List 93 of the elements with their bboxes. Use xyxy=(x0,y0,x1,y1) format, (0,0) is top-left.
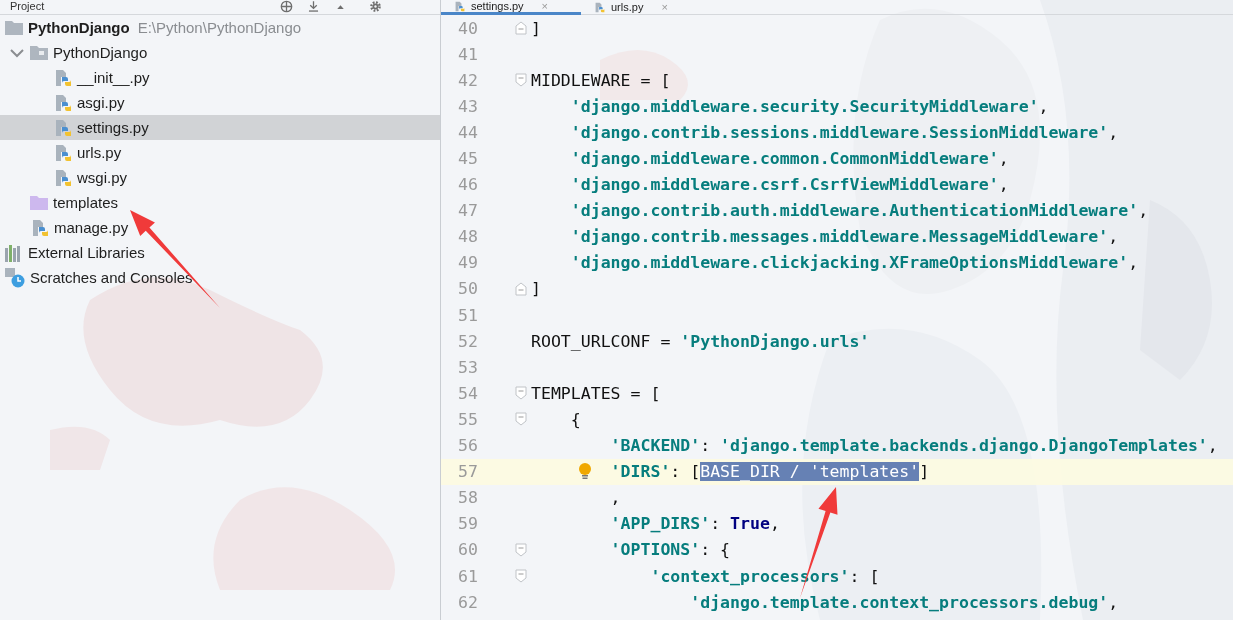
code-text: 'django.contrib.auth.middleware.AuthenticationMiddleware', xyxy=(569,201,1149,221)
item-label: asgi.py xyxy=(77,94,125,111)
python-file-icon xyxy=(55,168,72,187)
libraries-icon xyxy=(5,243,23,262)
tree-item[interactable]: wsgi.py xyxy=(0,165,440,190)
line-number: 56 xyxy=(457,436,478,456)
item-label: Scratches and Consoles xyxy=(30,269,193,286)
target-icon[interactable] xyxy=(280,0,293,13)
tree-item[interactable]: templates xyxy=(0,190,440,215)
tree-item[interactable]: asgi.py xyxy=(0,90,440,115)
item-label: urls.py xyxy=(77,144,122,161)
python-file-icon xyxy=(455,0,465,12)
tree-item[interactable]: Scratches and Consoles xyxy=(0,265,440,290)
item-label: __init__.py xyxy=(77,69,150,86)
tree-item[interactable]: __init__.py xyxy=(0,65,440,90)
tree-item[interactable]: manage.py xyxy=(0,215,440,240)
line-number: 62 xyxy=(457,592,478,612)
fold-icon[interactable] xyxy=(515,386,527,401)
python-file-icon xyxy=(55,118,72,137)
code-text: 'django.contrib.sessions.middleware.SessionMiddleware', xyxy=(569,122,1119,142)
fold-icon[interactable] xyxy=(515,542,527,557)
line-number: 51 xyxy=(457,305,478,325)
lightbulb-icon[interactable] xyxy=(578,462,592,481)
line-number: 58 xyxy=(457,488,478,508)
code-text: MIDDLEWARE = [ xyxy=(531,70,671,90)
line-number: 42 xyxy=(457,70,478,90)
tree-item[interactable]: PythonDjango E:\Python\PythonDjango xyxy=(0,15,440,40)
line-number: 47 xyxy=(457,201,478,221)
line-number: 50 xyxy=(457,279,478,299)
folder-icon xyxy=(30,195,48,210)
code-text: 'django.middleware.csrf.CsrfViewMiddleware', xyxy=(569,175,1009,195)
item-label: manage.py xyxy=(54,219,129,236)
line-number: 40 xyxy=(457,18,478,38)
code-text: ] xyxy=(531,279,541,299)
python-file-icon xyxy=(32,218,49,237)
fold-icon[interactable] xyxy=(515,569,527,583)
item-label: PythonDjango xyxy=(28,19,130,36)
python-file-icon xyxy=(55,143,72,162)
code-text: 'context_processors': [ xyxy=(649,566,880,586)
python-file-icon xyxy=(55,93,72,112)
code-text: 'django.middleware.clickjacking.XFrameOptionsMiddleware', xyxy=(569,253,1139,273)
line-number: 55 xyxy=(457,409,478,429)
tree-item[interactable]: urls.py xyxy=(0,140,440,165)
item-label: External Libraries xyxy=(28,244,145,261)
folder-icon xyxy=(5,20,23,35)
item-label: wsgi.py xyxy=(77,169,128,186)
code-text: 'django.template.context_processors.debug', xyxy=(689,592,1119,612)
line-number: 49 xyxy=(457,253,478,273)
code-text: ROOT_URLCONF = 'PythonDjango.urls' xyxy=(531,331,870,351)
code-text: TEMPLATES = [ xyxy=(531,383,661,403)
scratches-icon xyxy=(5,267,25,288)
python-file-icon xyxy=(595,1,605,13)
line-number: 57 xyxy=(457,462,478,482)
tree-item[interactable]: External Libraries xyxy=(0,240,440,265)
chevron-down-icon[interactable] xyxy=(10,47,24,58)
line-number: 41 xyxy=(457,44,478,64)
settings-icon[interactable] xyxy=(369,0,382,13)
fold-icon[interactable] xyxy=(515,21,527,36)
line-number: 48 xyxy=(457,227,478,247)
fold-icon[interactable] xyxy=(515,282,527,296)
item-label: settings.py xyxy=(77,119,149,136)
tree-item[interactable]: settings.py xyxy=(0,115,440,140)
panel-title[interactable]: Project xyxy=(10,0,45,13)
code-text: ] xyxy=(531,18,541,38)
line-number: 61 xyxy=(457,566,478,586)
fold-icon[interactable] xyxy=(515,73,527,88)
item-label: templates xyxy=(53,194,119,211)
tree-item[interactable]: PythonDjango xyxy=(0,40,440,65)
python-file-icon xyxy=(55,68,72,87)
line-number: 45 xyxy=(457,149,478,168)
code-text: { xyxy=(569,409,581,429)
line-number: 46 xyxy=(457,175,478,195)
line-number: 60 xyxy=(457,540,478,560)
collapse-icon[interactable] xyxy=(307,0,320,13)
fold-icon[interactable] xyxy=(515,412,527,427)
line-number: 52 xyxy=(457,331,478,351)
file-tab[interactable]: settings.py × xyxy=(441,0,581,15)
line-number: 59 xyxy=(457,514,478,534)
code-text: 'OPTIONS': { xyxy=(609,540,731,560)
line-number: 53 xyxy=(457,357,478,377)
item-label: PythonDjango xyxy=(53,44,148,61)
code-text: 'django.contrib.messages.middleware.MessageMiddleware', xyxy=(569,227,1119,247)
line-number: 54 xyxy=(457,383,478,403)
code-text: , xyxy=(609,488,621,508)
code-text: 'APP_DIRS': True, xyxy=(609,514,780,534)
code-text: 'django.middleware.security.SecurityMiddleware', xyxy=(569,96,1049,116)
file-tab[interactable]: urls.py × xyxy=(581,0,678,14)
code-text: 'BACKEND': 'django.template.backends.django.DjangoTemplates', xyxy=(609,436,1218,456)
path-label: E:\Python\PythonDjango xyxy=(137,19,302,36)
line-number: 43 xyxy=(457,96,478,116)
folder-icon xyxy=(30,45,48,60)
code-text: 'django.middleware.common.CommonMiddleware', xyxy=(569,149,1009,168)
line-number: 44 xyxy=(457,122,478,142)
